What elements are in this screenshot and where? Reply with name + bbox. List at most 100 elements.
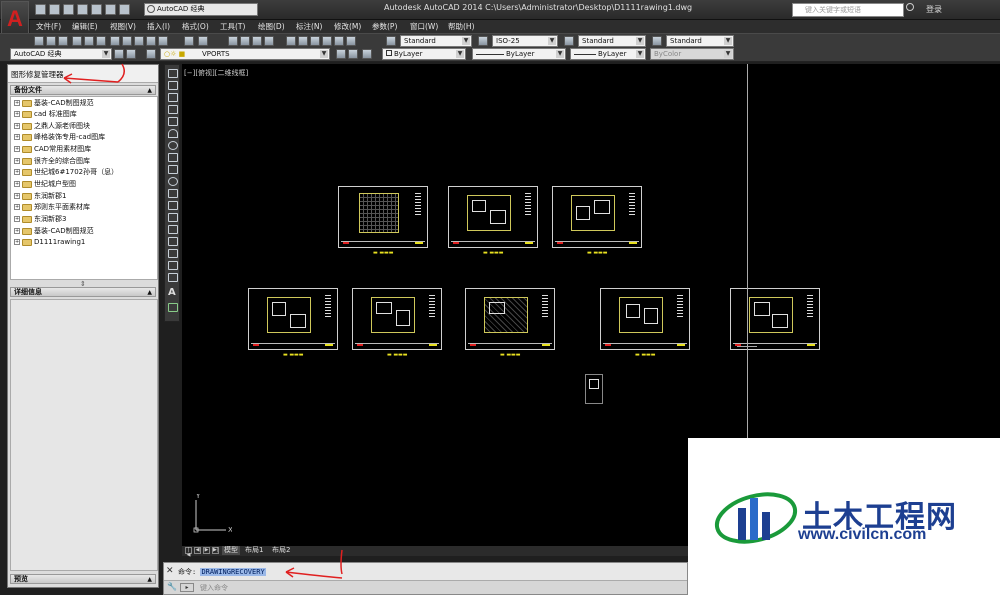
new-icon[interactable] xyxy=(34,36,44,46)
workspace-select[interactable]: AutoCAD 经典 ▼ xyxy=(10,48,112,60)
construction-line-icon[interactable] xyxy=(168,81,178,90)
tree-item[interactable]: + 东润新郡3 xyxy=(14,214,66,225)
new-icon[interactable] xyxy=(35,4,46,15)
tab-model[interactable]: 模型 xyxy=(222,546,240,555)
menu-modify[interactable]: 修改(M) xyxy=(334,21,361,32)
menu-parametric[interactable]: 参数(P) xyxy=(372,21,397,32)
save-icon[interactable] xyxy=(58,36,68,46)
tab-layout1[interactable]: 布局1 xyxy=(245,546,263,555)
ellipse-arc-icon[interactable] xyxy=(168,189,178,198)
viewport-controls[interactable]: [−][俯视][二维线框] xyxy=(184,68,248,78)
make-current-layer-icon[interactable] xyxy=(336,49,346,59)
plotstyle-select[interactable]: ByColor ▼ xyxy=(650,48,734,60)
tree-item[interactable]: + 郑则东平面素材库 xyxy=(14,202,90,213)
app-menu-button[interactable]: A xyxy=(1,1,29,37)
block-editor-icon[interactable] xyxy=(158,36,168,46)
plot-icon[interactable] xyxy=(72,36,82,46)
next-tab-icon[interactable]: ▶ xyxy=(203,547,210,554)
dim-style-icon[interactable] xyxy=(478,36,488,46)
preview-header[interactable]: 预览 ▲ xyxy=(10,574,156,584)
color-select[interactable]: ByLayer ▼ xyxy=(382,48,466,60)
tool-palettes-icon[interactable] xyxy=(310,36,320,46)
layer-iso-icon[interactable] xyxy=(362,49,372,59)
menu-tools[interactable]: 工具(T) xyxy=(220,21,245,32)
undo-icon[interactable] xyxy=(105,4,116,15)
lineweight-select[interactable]: ByLayer ▼ xyxy=(570,48,646,60)
linetype-select[interactable]: ByLayer ▼ xyxy=(472,48,566,60)
menu-file[interactable]: 文件(F) xyxy=(36,21,61,32)
insert-block-icon[interactable] xyxy=(168,201,178,210)
layer-states-icon[interactable] xyxy=(146,49,156,59)
command-input[interactable]: 键入命令 xyxy=(200,583,500,593)
last-tab-icon[interactable]: ▶| xyxy=(212,547,219,554)
tree-item[interactable]: + 基装-CAD制图规范 xyxy=(14,226,94,237)
menu-view[interactable]: 视图(V) xyxy=(110,21,136,32)
spline-icon[interactable] xyxy=(168,165,178,174)
redo-icon[interactable] xyxy=(198,36,208,46)
tree-item[interactable]: + cad 标准图库 xyxy=(14,109,77,120)
save-as-icon[interactable] xyxy=(77,4,88,15)
workspace-switcher[interactable]: AutoCAD 经典 xyxy=(144,3,258,16)
tree-item[interactable]: + 峰格装饰专用-cad图库 xyxy=(14,132,105,143)
menu-dimension[interactable]: 标注(N) xyxy=(296,21,322,32)
polyline-icon[interactable] xyxy=(168,93,178,102)
first-tab-icon[interactable]: |◀ xyxy=(185,547,192,558)
menu-format[interactable]: 格式(O) xyxy=(182,21,209,32)
search-input[interactable]: 键入关键字或短语 xyxy=(792,3,904,17)
tree-item[interactable]: + CAD常用素材图库 xyxy=(14,144,91,155)
open-icon[interactable] xyxy=(46,36,56,46)
zoom-realtime-icon[interactable] xyxy=(240,36,250,46)
menu-draw[interactable]: 绘图(D) xyxy=(258,21,285,32)
pan-icon[interactable] xyxy=(228,36,238,46)
line-icon[interactable] xyxy=(168,69,178,78)
tree-item[interactable]: + 世纪城6#1702孙哥（息） xyxy=(14,167,118,178)
recent-commands-icon[interactable]: ▸ xyxy=(180,583,194,592)
close-icon[interactable]: ✕ xyxy=(166,566,174,576)
hatch-icon[interactable] xyxy=(168,237,178,246)
tree-item[interactable]: + 很齐全的综合图库 xyxy=(14,156,90,167)
menu-edit[interactable]: 编辑(E) xyxy=(72,21,98,32)
paste-icon[interactable] xyxy=(134,36,144,46)
tree-item[interactable]: + 之鼎人源老师图块 xyxy=(14,121,90,132)
circle-icon[interactable] xyxy=(168,141,178,150)
properties-icon[interactable] xyxy=(286,36,296,46)
add-selected-icon[interactable] xyxy=(168,303,178,312)
table-style-select[interactable]: Standard ▼ xyxy=(578,35,646,47)
table-icon[interactable] xyxy=(168,273,178,282)
workspace-settings-icon[interactable] xyxy=(114,49,124,59)
tree-item[interactable]: + 基装-CAD制图规范 xyxy=(14,98,94,109)
backup-files-header[interactable]: 备份文件 ▲ xyxy=(10,85,156,95)
tree-item[interactable]: + 东润新郡1 xyxy=(14,191,66,202)
revision-cloud-icon[interactable] xyxy=(168,153,178,162)
multileader-style-icon[interactable] xyxy=(652,36,662,46)
text-style-icon[interactable] xyxy=(386,36,396,46)
multileader-style-select[interactable]: Standard ▼ xyxy=(666,35,734,47)
sheet-set-icon[interactable] xyxy=(322,36,332,46)
layer-manager-icon[interactable] xyxy=(126,49,136,59)
wrench-icon[interactable]: 🔧 xyxy=(167,582,177,591)
menu-help[interactable]: 帮助(H) xyxy=(448,21,475,32)
cut-icon[interactable] xyxy=(110,36,120,46)
calculator-icon[interactable] xyxy=(346,36,356,46)
open-icon[interactable] xyxy=(49,4,60,15)
login-link[interactable]: 登录 xyxy=(926,4,942,15)
tree-item[interactable]: + D1111rawing1 xyxy=(14,237,85,248)
rectangle-icon[interactable] xyxy=(168,117,178,126)
gradient-icon[interactable] xyxy=(168,249,178,258)
layer-previous-icon[interactable] xyxy=(348,49,358,59)
zoom-window-icon[interactable] xyxy=(252,36,262,46)
prev-tab-icon[interactable]: ◀ xyxy=(194,547,201,554)
layer-select[interactable]: ○☼ ■ VPORTS ▼ xyxy=(160,48,330,60)
arc-icon[interactable] xyxy=(168,129,178,138)
design-center-icon[interactable] xyxy=(298,36,308,46)
tab-layout2[interactable]: 布局2 xyxy=(272,546,290,555)
publish-icon[interactable] xyxy=(96,36,106,46)
user-icon[interactable] xyxy=(906,3,914,11)
undo-icon[interactable] xyxy=(184,36,194,46)
polygon-icon[interactable] xyxy=(168,105,178,114)
table-style-icon[interactable] xyxy=(564,36,574,46)
multiline-text-icon[interactable]: A xyxy=(168,287,176,298)
ellipse-icon[interactable] xyxy=(168,177,178,186)
match-properties-icon[interactable] xyxy=(146,36,156,46)
plot-icon[interactable] xyxy=(91,4,102,15)
